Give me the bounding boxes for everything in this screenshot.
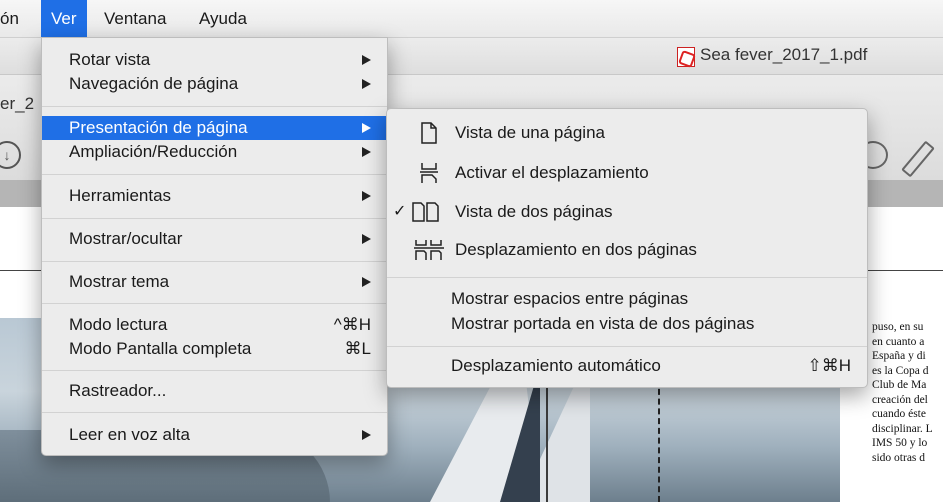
- menu-item-tools[interactable]: Herramientas: [42, 184, 387, 208]
- article-line: creación del: [872, 393, 928, 406]
- single-page-icon: [421, 122, 437, 144]
- article-line: cuando éste: [872, 408, 926, 420]
- menu-item-label: Mostrar/ocultar: [69, 229, 183, 248]
- checkmark-icon: ✓: [393, 203, 407, 220]
- submenu-arrow-icon: [362, 123, 371, 133]
- article-line: es la Copa d: [872, 364, 929, 377]
- submenu-arrow-icon: [362, 147, 371, 157]
- submenu-item-label: Activar el desplazamiento: [455, 163, 649, 182]
- submenu-item-single-page[interactable]: Vista de una página: [387, 118, 867, 148]
- menu-item-tracker[interactable]: Rastreador...: [42, 379, 387, 403]
- menu-item-label: Modo Pantalla completa: [69, 339, 252, 358]
- document-tab[interactable]: er_2: [0, 94, 34, 114]
- menubar-item-prev[interactable]: ón: [0, 0, 29, 37]
- menubar-item-ver[interactable]: Ver: [41, 0, 87, 37]
- menu-item-label: Navegación de página: [69, 74, 239, 93]
- menu-item-label: Rastreador...: [69, 381, 167, 400]
- menu-item-page-display[interactable]: Presentación de página: [42, 116, 387, 140]
- menu-item-page-navigation[interactable]: Navegación de página: [42, 72, 387, 96]
- document-title: Sea fever_2017_1.pdf: [672, 45, 867, 65]
- menu-item-rotate-view[interactable]: Rotar vista: [42, 48, 387, 72]
- article-line: Club de Ma: [872, 379, 927, 391]
- menu-item-label: Mostrar tema: [69, 272, 170, 291]
- menu-separator: [42, 303, 387, 304]
- submenu-item-label: Desplazamiento automático: [451, 356, 661, 375]
- menu-item-full-screen[interactable]: Modo Pantalla completa ⌘L: [42, 337, 387, 361]
- submenu-item-label: Desplazamiento en dos páginas: [455, 240, 697, 259]
- menu-separator: [42, 261, 387, 262]
- article-line: puso, en su: [872, 321, 924, 333]
- menu-item-read-aloud[interactable]: Leer en voz alta: [42, 423, 387, 447]
- submenu-arrow-icon: [362, 191, 371, 201]
- submenu-arrow-icon: [362, 234, 371, 244]
- menu-item-reading-mode[interactable]: Modo lectura ^⌘H: [42, 313, 387, 337]
- submenu-item-label: Vista de una página: [455, 123, 605, 142]
- menu-item-label: Presentación de página: [69, 118, 248, 137]
- submenu-item-label: Vista de dos páginas: [455, 202, 613, 221]
- scrolling-icon: [420, 163, 438, 183]
- menu-item-label: Leer en voz alta: [69, 425, 190, 444]
- submenu-item-auto-scroll[interactable]: Desplazamiento automático ⇧⌘H: [387, 351, 867, 381]
- article-text: puso, en su en cuanto a España y di es l…: [872, 320, 943, 465]
- menu-separator: [42, 370, 387, 371]
- two-page-icon: [412, 202, 439, 222]
- submenu-separator: [387, 277, 867, 278]
- menubar-item-ayuda[interactable]: Ayuda: [189, 0, 257, 37]
- submenu-item-label: Mostrar portada en vista de dos páginas: [451, 314, 755, 333]
- document-title-text: Sea fever_2017_1.pdf: [700, 45, 868, 64]
- menu-bar: ón Ver Ventana Ayuda: [0, 0, 943, 38]
- menu-item-label: Ampliación/Reducción: [69, 142, 238, 161]
- submenu-arrow-icon: [362, 277, 371, 287]
- menu-separator: [42, 218, 387, 219]
- article-line: en cuanto a: [872, 335, 925, 348]
- page-display-submenu: Vista de una página Activar el desplazam…: [386, 108, 868, 388]
- menu-item-shortcut: ⌘L: [344, 339, 371, 358]
- menu-item-shortcut: ^⌘H: [333, 315, 371, 334]
- submenu-item-enable-scrolling[interactable]: Activar el desplazamiento: [387, 158, 867, 188]
- submenu-item-shortcut: ⇧⌘H: [807, 356, 851, 375]
- submenu-item-two-page-scroll[interactable]: Desplazamiento en dos páginas: [387, 235, 867, 265]
- article-line: disciplinar. L: [872, 422, 933, 435]
- menu-item-zoom[interactable]: Ampliación/Reducción: [42, 140, 387, 164]
- menubar-item-ventana[interactable]: Ventana: [94, 0, 176, 37]
- submenu-separator: [387, 346, 867, 347]
- submenu-arrow-icon: [362, 430, 371, 440]
- ver-menu: Rotar vista Navegación de página Present…: [41, 37, 388, 456]
- menu-separator: [42, 412, 387, 413]
- menu-separator: [42, 106, 387, 107]
- article-line: IMS 50 y lo: [872, 437, 928, 449]
- menu-item-show-theme[interactable]: Mostrar tema: [42, 270, 387, 294]
- menu-item-label: Modo lectura: [69, 315, 168, 334]
- menu-item-show-hide[interactable]: Mostrar/ocultar: [42, 227, 387, 251]
- menu-item-label: Herramientas: [69, 186, 172, 205]
- two-page-scroll-icon: [414, 240, 444, 260]
- menu-item-label: Rotar vista: [69, 50, 151, 69]
- submenu-arrow-icon: [362, 79, 371, 89]
- article-line: España y di: [872, 350, 926, 362]
- article-line: sido otras d: [872, 451, 926, 464]
- submenu-item-two-page[interactable]: ✓ Vista de dos páginas: [387, 197, 867, 227]
- menu-separator: [42, 174, 387, 175]
- submenu-arrow-icon: [362, 55, 371, 65]
- submenu-item-show-cover[interactable]: Mostrar portada en vista de dos páginas: [387, 309, 867, 339]
